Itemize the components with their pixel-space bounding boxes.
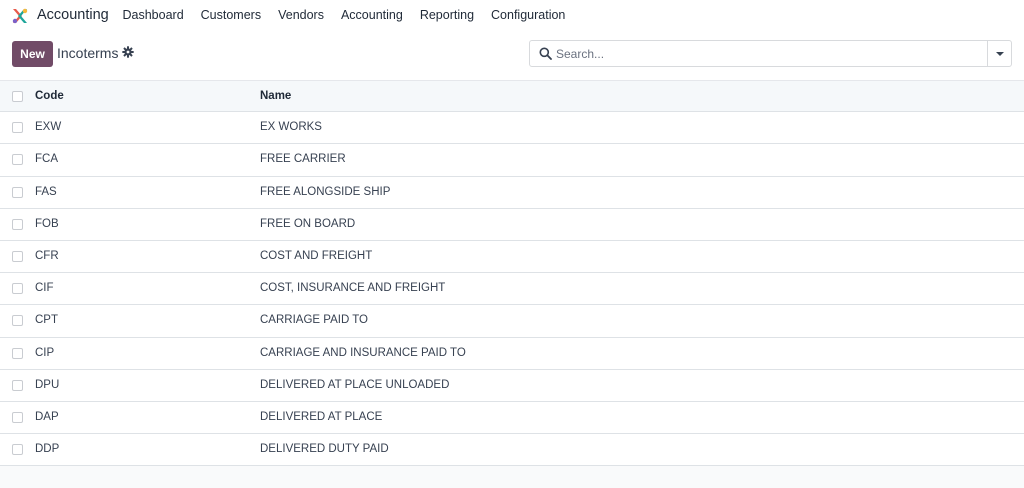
cell-code: DAP (35, 410, 59, 423)
cell-code: CPT (35, 314, 58, 327)
top-navbar: Accounting Dashboard Customers Vendors A… (0, 0, 1024, 32)
row-checkbox[interactable] (12, 379, 23, 391)
menu-dashboard[interactable]: Dashboard (114, 0, 192, 32)
search-box (529, 40, 988, 67)
search-icon (539, 47, 552, 60)
search-options-toggle[interactable] (987, 40, 1012, 67)
table-row[interactable]: FOB FREE ON BOARD (0, 208, 1024, 241)
chevron-down-icon (996, 52, 1004, 56)
table-row[interactable]: FCA FREE CARRIER (0, 144, 1024, 177)
table-row[interactable]: DDP DELIVERED DUTY PAID (0, 434, 1024, 467)
cell-code: CFR (35, 249, 59, 262)
table-row[interactable]: EXW EX WORKS (0, 112, 1024, 145)
incoterms-list: Code Name EXW EX WORKS FCA FREE CARRIER … (0, 80, 1024, 467)
row-checkbox[interactable] (12, 122, 23, 134)
cell-code: DDP (35, 443, 60, 456)
cell-name: CARRIAGE PAID TO (260, 314, 368, 327)
search-input[interactable] (556, 43, 976, 64)
column-header-code[interactable]: Code (35, 90, 64, 102)
control-panel: New Incoterms (0, 32, 1024, 80)
app-logo-icon[interactable] (11, 7, 29, 25)
app-name[interactable]: Accounting (37, 7, 109, 23)
row-checkbox[interactable] (12, 186, 23, 198)
row-checkbox[interactable] (12, 315, 23, 327)
breadcrumb: Incoterms (57, 45, 119, 61)
menu-vendors[interactable]: Vendors (270, 0, 333, 32)
cell-code: CIF (35, 282, 54, 295)
cell-name: FREE CARRIER (260, 153, 346, 166)
cell-name: DELIVERED AT PLACE UNLOADED (260, 378, 450, 391)
cell-code: FCA (35, 153, 58, 166)
select-all-checkbox[interactable] (12, 91, 23, 102)
cell-name: COST AND FREIGHT (260, 249, 373, 262)
cell-code: DPU (35, 378, 60, 391)
menu-accounting[interactable]: Accounting (332, 0, 411, 32)
column-header-name[interactable]: Name (260, 90, 291, 102)
cell-name: DELIVERED AT PLACE (260, 410, 383, 423)
row-checkbox[interactable] (12, 347, 23, 359)
cell-code: FOB (35, 217, 59, 230)
table-header: Code Name (0, 80, 1024, 113)
table-row[interactable]: DAP DELIVERED AT PLACE (0, 401, 1024, 435)
cell-name: COST, INSURANCE AND FREIGHT (260, 282, 446, 295)
table-row[interactable]: CFR COST AND FREIGHT (0, 240, 1024, 274)
cell-name: CARRIAGE AND INSURANCE PAID TO (260, 346, 466, 359)
row-checkbox[interactable] (12, 250, 23, 262)
menu-customers[interactable]: Customers (192, 0, 269, 32)
menu-reporting[interactable]: Reporting (411, 0, 482, 32)
row-checkbox[interactable] (12, 154, 23, 166)
table-row[interactable]: FAS FREE ALONGSIDE SHIP (0, 176, 1024, 209)
row-checkbox[interactable] (12, 218, 23, 230)
row-checkbox[interactable] (12, 444, 23, 456)
cell-name: EX WORKS (260, 121, 322, 134)
table-row[interactable]: CPT CARRIAGE PAID TO (0, 305, 1024, 338)
row-checkbox[interactable] (12, 283, 23, 295)
cell-code: CIP (35, 346, 55, 359)
new-button[interactable]: New (12, 41, 53, 67)
cell-name: FREE ON BOARD (260, 217, 356, 230)
cell-name: DELIVERED DUTY PAID (260, 443, 389, 456)
table-row[interactable]: CIP CARRIAGE AND INSURANCE PAID TO (0, 337, 1024, 370)
table-row[interactable]: CIF COST, INSURANCE AND FREIGHT (0, 273, 1024, 306)
menu-configuration[interactable]: Configuration (483, 0, 574, 32)
cell-code: FAS (35, 185, 57, 198)
main-menu: Dashboard Customers Vendors Accounting R… (114, 0, 574, 32)
cell-code: EXW (35, 121, 62, 134)
gear-icon[interactable] (122, 46, 134, 58)
table-row[interactable]: DPU DELIVERED AT PLACE UNLOADED (0, 369, 1024, 402)
row-checkbox[interactable] (12, 411, 23, 423)
cell-name: FREE ALONGSIDE SHIP (260, 185, 391, 198)
